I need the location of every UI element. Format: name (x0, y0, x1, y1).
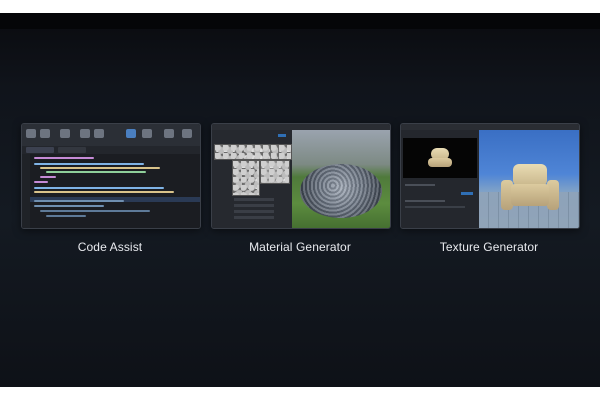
texture-settings-panel (401, 130, 479, 228)
top-bar (0, 13, 600, 29)
texture-thumbnail[interactable] (214, 144, 292, 160)
material-viewport[interactable] (292, 130, 390, 228)
toolbar-icon[interactable] (126, 129, 136, 138)
code-line (46, 171, 146, 173)
chair-preview[interactable] (403, 138, 477, 178)
texture-generator-label: Texture Generator (439, 240, 539, 254)
code-line (34, 200, 124, 202)
code-line (34, 187, 164, 189)
code-editor[interactable] (22, 154, 200, 228)
generate-button[interactable] (278, 134, 286, 137)
code-line (34, 157, 94, 159)
search-icon[interactable] (80, 129, 90, 138)
toolbar-icon[interactable] (26, 129, 36, 138)
toolbar-icon[interactable] (182, 129, 192, 138)
texture-thumbnail[interactable] (232, 160, 260, 196)
code-assist-label: Code Assist (77, 240, 143, 254)
editor-toolbar (22, 124, 200, 147)
setting-row (405, 200, 445, 202)
slide-stage: Code Assist Material Generator Texture G… (0, 13, 600, 387)
code-line (34, 163, 144, 165)
code-line (40, 210, 150, 212)
texture-generator-card[interactable] (400, 123, 580, 229)
editor-tab[interactable] (26, 147, 54, 153)
material-generator-card[interactable] (211, 123, 391, 229)
editor-tab[interactable] (58, 147, 86, 153)
material-generator-label: Material Generator (249, 240, 351, 254)
armchair-back (513, 164, 547, 186)
code-line (34, 191, 174, 193)
texture-thumbnail[interactable] (260, 160, 290, 184)
setting-row (405, 184, 435, 186)
toolbar-icon[interactable] (164, 129, 174, 138)
code-line (46, 215, 86, 217)
property-field[interactable] (234, 216, 274, 219)
cobblestone-texture (300, 164, 382, 218)
chair-thumbnail-seat (428, 158, 452, 167)
toolbar-icon[interactable] (60, 129, 70, 138)
generate-button[interactable] (461, 192, 473, 195)
code-line (40, 176, 56, 178)
code-line (34, 205, 104, 207)
property-field[interactable] (234, 204, 274, 207)
zoom-icon[interactable] (94, 129, 104, 138)
code-assist-card[interactable] (21, 123, 201, 229)
setting-row (405, 206, 465, 208)
line-gutter (22, 154, 30, 228)
code-line (40, 167, 160, 169)
armchair-seat (511, 184, 549, 206)
property-field[interactable] (234, 210, 274, 213)
toolbar-icon[interactable] (142, 129, 152, 138)
toolbar-icon[interactable] (40, 129, 50, 138)
editor-tabs (22, 146, 200, 154)
texture-viewport[interactable] (479, 130, 579, 228)
material-properties-panel (212, 130, 292, 228)
code-line (34, 181, 48, 183)
property-field[interactable] (234, 198, 274, 201)
